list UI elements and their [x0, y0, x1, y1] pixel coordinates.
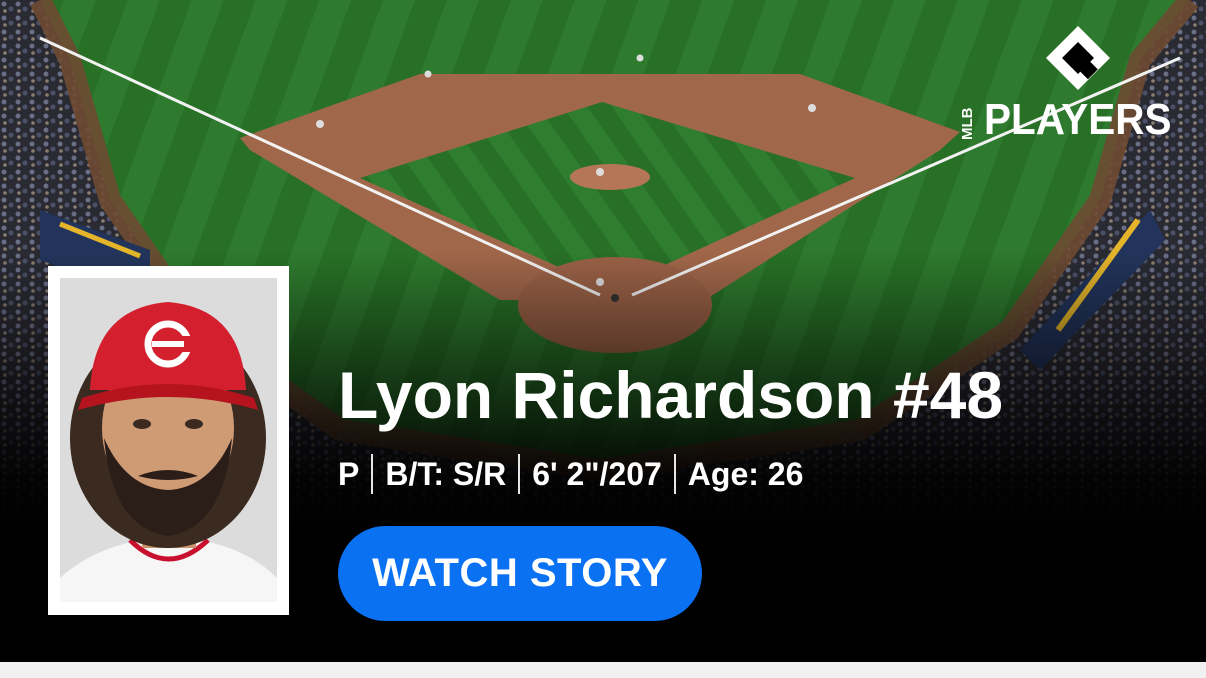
- bottom-strip: [0, 662, 1206, 678]
- mlb-players-logo[interactable]: MLB PLAYERS: [959, 22, 1188, 150]
- logo-wordmark: PLAYERS: [984, 95, 1172, 144]
- player-headshot: [60, 278, 277, 602]
- player-meta: P B/T: S/R 6' 2"/207 Age: 26: [338, 454, 803, 494]
- player-height-weight: 6' 2"/207: [532, 455, 662, 492]
- watch-story-button[interactable]: WATCH STORY: [338, 526, 702, 621]
- divider: [518, 454, 521, 494]
- divider: [673, 454, 676, 494]
- diamond-logo-icon: [1046, 26, 1110, 90]
- player-position: P: [338, 455, 360, 492]
- player-name: Lyon Richardson #48: [338, 358, 1004, 432]
- divider: [371, 454, 374, 494]
- player-age: Age: 26: [687, 455, 804, 492]
- logo-prefix: MLB: [959, 107, 976, 141]
- player-photo-card: [48, 266, 289, 615]
- player-bats-throws: B/T: S/R: [385, 455, 507, 492]
